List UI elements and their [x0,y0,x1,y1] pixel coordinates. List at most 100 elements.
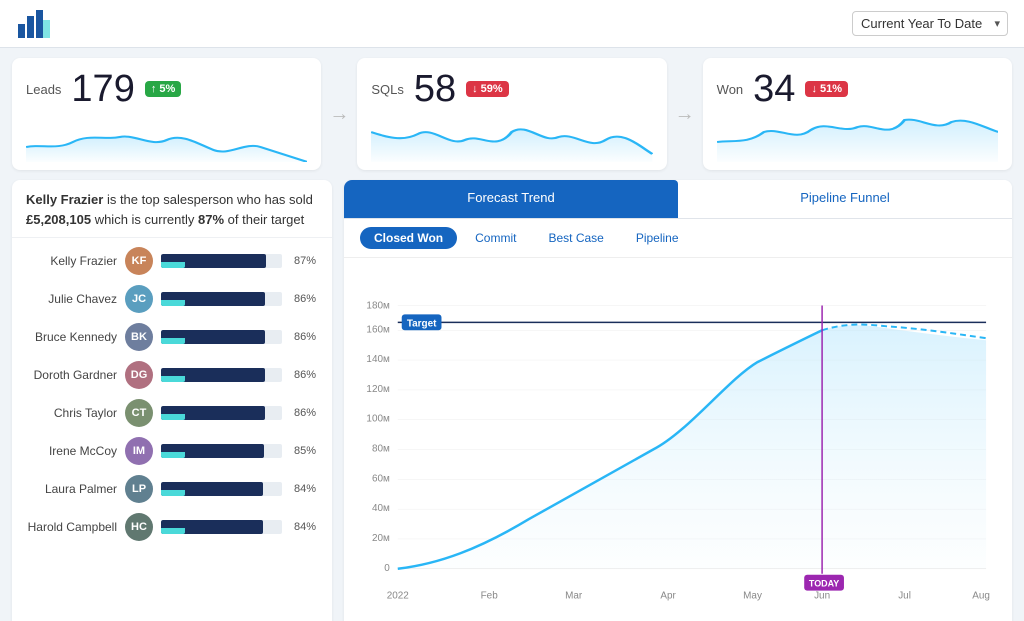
avatar: KF [125,247,153,275]
salespeople-list: Kelly FrazierKF87%Julie ChavezJC86%Bruce… [12,238,332,621]
sub-tab-pipeline[interactable]: Pipeline [622,227,693,249]
avatar: JC [125,285,153,313]
list-item: Kelly Frazier KF 87% [12,242,332,280]
svg-text:Apr: Apr [660,591,676,602]
sqls-to-won-arrow: → [667,58,703,170]
progress-bar [161,292,282,306]
progress-bar [161,520,282,534]
list-item: Julie Chavez JC 86% [12,280,332,318]
leads-sparkline [26,112,307,162]
leads-badge: ↑ 5% [145,81,181,97]
metric-card-leads: Leads 179 ↑ 5% [12,58,321,170]
svg-text:Jun: Jun [814,591,830,602]
svg-text:Jul: Jul [898,591,911,602]
avatar: LP [125,475,153,503]
metric-card-won: Won 34 ↓ 51% [703,58,1012,170]
salesperson-pct: 86% [294,369,322,381]
forecast-chart: 0 20м 40м 60м 80м 100м 120м 140м 160м 18… [344,258,1012,621]
svg-text:20м: 20м [372,533,390,544]
salesperson-name: Julie Chavez [22,292,117,306]
tab-pipeline-funnel[interactable]: Pipeline Funnel [678,180,1012,218]
sub-tab-best-case[interactable]: Best Case [534,227,617,249]
svg-text:May: May [743,591,762,602]
svg-text:Target: Target [407,318,437,329]
sub-tab-commit[interactable]: Commit [461,227,530,249]
list-item: Harold Campbell HC 84% [12,508,332,546]
svg-text:80м: 80м [372,444,390,455]
svg-text:0: 0 [384,563,390,574]
top-salesperson-amount: £5,208,105 [26,212,91,227]
sub-tab-closed-won[interactable]: Closed Won [360,227,457,249]
svg-text:100м: 100м [366,414,390,425]
logo [16,6,52,42]
header: Current Year To Date [0,0,1024,48]
salesperson-name: Laura Palmer [22,482,117,496]
svg-text:Aug: Aug [972,591,990,602]
list-item: Irene McCoy IM 85% [12,432,332,470]
progress-bar [161,406,282,420]
won-badge: ↓ 51% [805,81,848,97]
app-logo-icon [16,6,52,42]
svg-text:40м: 40м [372,503,390,514]
list-item: Laura Palmer LP 84% [12,470,332,508]
list-item: Chris Taylor CT 86% [12,394,332,432]
progress-bar [161,368,282,382]
salesperson-name: Kelly Frazier [22,254,117,268]
avatar: DG [125,361,153,389]
salesperson-name: Irene McCoy [22,444,117,458]
svg-text:140м: 140м [366,354,390,365]
salesperson-name: Bruce Kennedy [22,330,117,344]
salesperson-pct: 87% [294,255,322,267]
salesperson-pct: 85% [294,445,322,457]
won-value: 34 [753,70,795,108]
salesperson-pct: 84% [294,483,322,495]
left-panel: Kelly Frazier is the top salesperson who… [12,180,332,621]
progress-bar [161,482,282,496]
won-sparkline [717,112,998,162]
salesperson-pct: 84% [294,521,322,533]
salesperson-pct: 86% [294,293,322,305]
svg-text:180м: 180м [366,300,390,311]
svg-text:TODAY: TODAY [809,579,839,589]
salesperson-name: Harold Campbell [22,520,117,534]
svg-text:Feb: Feb [481,591,499,602]
main-tab-row: Forecast Trend Pipeline Funnel [344,180,1012,219]
main-area: Kelly Frazier is the top salesperson who… [0,180,1024,621]
svg-text:160м: 160м [366,324,390,335]
progress-bar [161,444,282,458]
sqls-label: SQLs [371,82,404,97]
sub-tab-row: Closed Won Commit Best Case Pipeline [344,219,1012,258]
metrics-row: Leads 179 ↑ 5% → [0,48,1024,180]
sqls-value: 58 [414,70,456,108]
svg-text:Mar: Mar [565,591,583,602]
right-panel: Forecast Trend Pipeline Funnel Closed Wo… [344,180,1012,621]
tab-forecast-trend[interactable]: Forecast Trend [344,180,678,218]
avatar: IM [125,437,153,465]
svg-text:60м: 60м [372,473,390,484]
period-selector[interactable]: Current Year To Date [852,11,1008,36]
list-item: Doroth Gardner DG 86% [12,356,332,394]
svg-text:2022: 2022 [387,591,410,602]
avatar: BK [125,323,153,351]
metric-card-sqls: SQLs 58 ↓ 59% [357,58,666,170]
svg-text:120м: 120м [366,384,390,395]
salesperson-pct: 86% [294,407,322,419]
avatar: HC [125,513,153,541]
sqls-sparkline [371,112,652,162]
won-label: Won [717,82,744,97]
top-salesperson-pct: 87% [198,212,224,227]
leads-value: 179 [71,70,134,108]
salesperson-name: Chris Taylor [22,406,117,420]
salesperson-pct: 86% [294,331,322,343]
salesperson-name: Doroth Gardner [22,368,117,382]
period-select[interactable]: Current Year To Date [852,11,1008,36]
leads-label: Leads [26,82,61,97]
list-item: Bruce Kennedy BK 86% [12,318,332,356]
leads-to-sqls-arrow: → [321,58,357,170]
top-salesperson-name: Kelly Frazier [26,192,103,207]
progress-bar [161,254,282,268]
avatar: CT [125,399,153,427]
progress-bar [161,330,282,344]
sqls-badge: ↓ 59% [466,81,509,97]
salesperson-intro: Kelly Frazier is the top salesperson who… [12,180,332,238]
